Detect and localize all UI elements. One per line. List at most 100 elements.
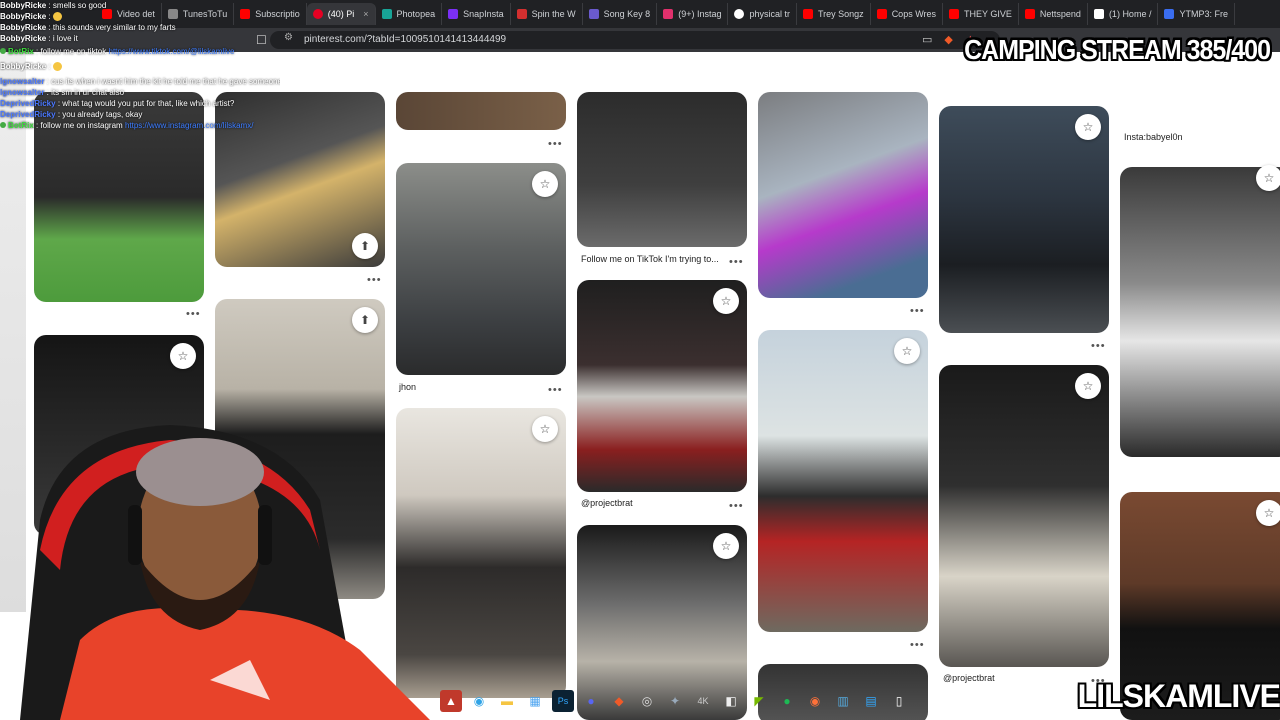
pinterest-icon xyxy=(312,9,323,19)
tab[interactable]: SnapInsta xyxy=(442,3,511,25)
pin-image[interactable] xyxy=(577,92,747,247)
bot-badge-icon xyxy=(0,122,6,128)
brave-shield-icon[interactable]: ◆ xyxy=(944,33,952,46)
pin-caption[interactable]: jhon xyxy=(399,382,416,392)
instagram-icon xyxy=(663,9,674,19)
capcut-icon[interactable]: ◧ xyxy=(720,690,742,712)
pin-save-icon[interactable]: ☆ xyxy=(894,338,920,364)
pin-more-icon[interactable]: ••• xyxy=(910,639,925,651)
youtube-icon xyxy=(949,9,960,19)
pin-save-icon[interactable]: ☆ xyxy=(532,416,558,442)
taskbar-app-icon[interactable]: ▲ xyxy=(440,690,462,712)
chat-message: BobbyRicke : smells so good xyxy=(0,1,107,10)
pin-image[interactable] xyxy=(939,106,1109,333)
music-icon xyxy=(588,9,599,19)
chat-message: lgnowsalter : its sm in ur chat also xyxy=(0,88,125,97)
pin-caption[interactable]: @projectbrat xyxy=(943,673,995,683)
chat-message: lgnowsalter : cus its when i wasnt him t… xyxy=(0,77,280,86)
obs-icon[interactable]: ◎ xyxy=(636,690,658,712)
pin-save-icon[interactable]: ☆ xyxy=(1075,373,1101,399)
tab[interactable]: physical tr xyxy=(728,3,797,25)
emote-icon xyxy=(52,62,62,72)
youtube-icon xyxy=(1024,9,1035,19)
youtube-icon xyxy=(876,9,887,19)
pin-image[interactable] xyxy=(396,92,566,130)
pin-image[interactable] xyxy=(758,92,928,298)
google-icon xyxy=(734,9,745,19)
chat-message: BobbyRicke : xyxy=(0,61,280,72)
nvidia-icon[interactable]: ◤ xyxy=(748,690,770,712)
tab[interactable]: Spin the W xyxy=(511,3,583,25)
pin-more-icon[interactable]: ••• xyxy=(548,384,563,396)
cast-icon[interactable]: ▭ xyxy=(922,33,932,46)
discord-icon[interactable]: ● xyxy=(580,690,602,712)
store-icon[interactable]: ▦ xyxy=(524,690,546,712)
stream-chat-overlay: BobbyRicke : smells so good BobbyRicke :… xyxy=(0,0,280,131)
site-icon xyxy=(1164,9,1175,19)
pin-save-icon[interactable]: ⬆ xyxy=(352,307,378,333)
chat-message: DeprivedRicky : you already tags, okay xyxy=(0,110,143,119)
pin-caption[interactable]: Insta:babyel0n xyxy=(1124,132,1183,142)
photoshop-icon[interactable]: Ps xyxy=(552,690,574,712)
brave-icon[interactable]: ◆ xyxy=(608,690,630,712)
pin-image[interactable] xyxy=(939,365,1109,667)
pin-save-icon[interactable]: ☆ xyxy=(532,171,558,197)
pin-save-icon[interactable]: ☆ xyxy=(713,533,739,559)
site-settings-icon[interactable]: ⚙ xyxy=(284,32,293,43)
firefox-icon[interactable]: ◉ xyxy=(804,690,826,712)
emote-icon xyxy=(52,12,62,22)
url-field[interactable]: pinterest.com/?tabId=1009510141413444499 xyxy=(270,31,1000,49)
chat-message: BobbyRicke : this sounds very similar to… xyxy=(0,23,176,32)
pin-image[interactable] xyxy=(1120,167,1280,457)
tab[interactable]: Trey Songz xyxy=(797,3,871,25)
pin-save-icon[interactable]: ☆ xyxy=(1256,500,1280,526)
pin-more-icon[interactable]: ••• xyxy=(729,256,744,268)
site-icon xyxy=(448,9,459,19)
edge-icon[interactable]: ◉ xyxy=(468,690,490,712)
pin-caption[interactable]: @projectbrat xyxy=(581,498,633,508)
file-icon[interactable]: ▯ xyxy=(888,690,910,712)
webcam-feed xyxy=(0,410,470,720)
pin-save-icon[interactable]: ☆ xyxy=(1256,165,1280,191)
folder-icon[interactable]: ▬ xyxy=(496,690,518,712)
pin-caption[interactable]: Follow me on TikTok I'm trying to... xyxy=(581,254,719,264)
pin-image[interactable] xyxy=(1120,92,1280,122)
tab[interactable]: Photopea xyxy=(376,3,443,25)
pin-save-icon[interactable]: ☆ xyxy=(170,343,196,369)
pin-share-icon[interactable]: ⬆ xyxy=(352,233,378,259)
tab-pinterest-active[interactable]: (40) Pi × xyxy=(306,3,376,25)
chat-message: BobbyRicke : xyxy=(0,11,280,22)
close-tab-icon[interactable]: × xyxy=(363,9,368,19)
pin-save-icon[interactable]: ☆ xyxy=(713,288,739,314)
bot-badge-icon xyxy=(0,48,6,54)
tab[interactable]: Nettspend xyxy=(1019,3,1088,25)
taskbar: ▲ ◉ ▬ ▦ Ps ● ◆ ◎ ✦ 4K ◧ ◤ ● ◉ ▥ ▤ ▯ xyxy=(440,688,990,714)
channel-brand-overlay: LILSKAMLIVE xyxy=(1077,678,1280,714)
pin-more-icon[interactable]: ••• xyxy=(186,308,201,320)
calculator-icon[interactable]: ▥ xyxy=(832,690,854,712)
pin-more-icon[interactable]: ••• xyxy=(367,274,382,286)
tab[interactable]: THEY GIVE xyxy=(943,3,1019,25)
streamer-webcam-image xyxy=(20,425,430,720)
video-app-icon[interactable]: 4K xyxy=(692,690,714,712)
chat-message: BotRix : follow me on tiktok https://www… xyxy=(0,46,280,57)
chat-message: BotRix : follow me on instagram https://… xyxy=(0,120,280,131)
screen: Video det TunesToTu Subscriptio (40) Pi ×… xyxy=(0,0,1280,720)
x-icon xyxy=(1093,9,1104,19)
tab[interactable]: Song Key 8 xyxy=(583,3,658,25)
spotify-icon[interactable]: ● xyxy=(776,690,798,712)
youtube-icon xyxy=(803,9,813,19)
tab[interactable]: Cops Wres xyxy=(871,3,944,25)
chat-message: BobbyRicke : i love it xyxy=(0,34,78,43)
pin-more-icon[interactable]: ••• xyxy=(1091,340,1106,352)
tab[interactable]: (1) Home / xyxy=(1088,3,1159,25)
notepad-icon[interactable]: ▤ xyxy=(860,690,882,712)
tab[interactable]: (9+) Instag xyxy=(657,3,729,25)
steam-icon[interactable]: ✦ xyxy=(664,690,686,712)
pin-more-icon[interactable]: ••• xyxy=(729,500,744,512)
pin-more-icon[interactable]: ••• xyxy=(910,305,925,317)
pin-more-icon[interactable]: ••• xyxy=(548,138,563,150)
pin-save-icon[interactable]: ☆ xyxy=(1075,114,1101,140)
pin-image[interactable] xyxy=(758,330,928,632)
tab[interactable]: YTMP3: Fre xyxy=(1158,3,1235,25)
